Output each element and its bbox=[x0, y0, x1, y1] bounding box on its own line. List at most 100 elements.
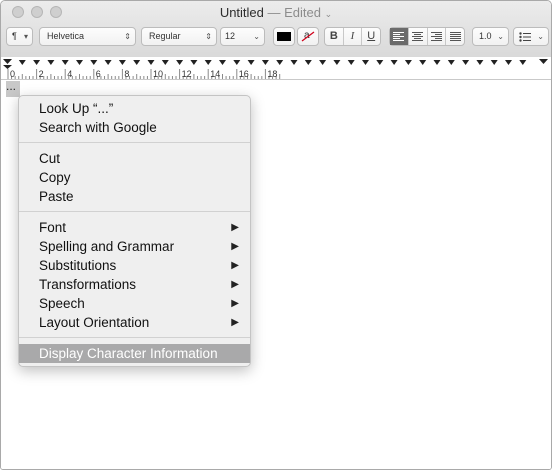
align-left-button[interactable] bbox=[390, 28, 409, 45]
chevron-down-icon: ⌄ bbox=[324, 9, 333, 19]
menu-separator bbox=[19, 211, 250, 212]
tab-stop-marker[interactable] bbox=[390, 60, 398, 65]
tab-stop-marker[interactable] bbox=[319, 60, 327, 65]
tab-stop-marker[interactable] bbox=[333, 60, 341, 65]
align-center-icon bbox=[412, 32, 424, 41]
menu-item-copy[interactable]: Copy bbox=[19, 168, 250, 187]
chevron-down-icon: ⌄ bbox=[253, 32, 260, 41]
bold-button[interactable]: B bbox=[325, 28, 344, 45]
menu-item-layout-orientation[interactable]: Layout Orientation ▶ bbox=[19, 313, 250, 332]
menu-item-cut[interactable]: Cut bbox=[19, 149, 250, 168]
tab-stop-marker[interactable] bbox=[18, 60, 26, 65]
context-menu: Look Up “...” Search with Google Cut Cop… bbox=[18, 95, 251, 367]
italic-button[interactable]: I bbox=[344, 28, 363, 45]
window-title[interactable]: Untitled — Edited ⌄ bbox=[1, 5, 551, 20]
menu-separator bbox=[19, 337, 250, 338]
menu-separator bbox=[19, 142, 250, 143]
menu-item-display-character-information[interactable]: Display Character Information bbox=[19, 344, 250, 363]
align-justify-button[interactable] bbox=[446, 28, 464, 45]
highlight-color-well[interactable]: a bbox=[297, 27, 319, 46]
submenu-arrow-icon: ▶ bbox=[231, 241, 239, 252]
menu-item-transformations[interactable]: Transformations ▶ bbox=[19, 275, 250, 294]
ruler-label: 4 bbox=[67, 69, 72, 79]
line-spacing-popup[interactable]: 1.0 ⌄ bbox=[472, 27, 509, 46]
tab-stop-marker[interactable] bbox=[419, 60, 427, 65]
tab-stop-marker[interactable] bbox=[490, 60, 498, 65]
tab-stop-marker[interactable] bbox=[204, 60, 212, 65]
text-style-buttons: B I U bbox=[324, 27, 381, 46]
right-indent-marker[interactable] bbox=[539, 59, 548, 64]
up-down-arrows-icon: ⇕ bbox=[205, 32, 212, 41]
paragraph-icon: ¶ bbox=[12, 31, 17, 41]
tab-stop-marker[interactable] bbox=[290, 60, 298, 65]
tab-stop-marker[interactable] bbox=[33, 60, 41, 65]
tab-stop-marker[interactable] bbox=[61, 60, 69, 65]
tab-stop-marker[interactable] bbox=[462, 60, 470, 65]
tab-stop-marker[interactable] bbox=[233, 60, 241, 65]
tab-stop-marker[interactable] bbox=[247, 60, 255, 65]
tab-stop-marker[interactable] bbox=[118, 60, 126, 65]
selected-text[interactable]: ... bbox=[6, 80, 20, 97]
menu-item-paste[interactable]: Paste bbox=[19, 187, 250, 206]
submenu-arrow-icon: ▶ bbox=[231, 222, 239, 233]
font-family-popup[interactable]: Helvetica ⇕ bbox=[39, 27, 136, 46]
align-left-icon bbox=[393, 32, 405, 41]
align-right-button[interactable] bbox=[428, 28, 447, 45]
tab-stop-marker[interactable] bbox=[190, 60, 198, 65]
chevron-down-icon: ⌄ bbox=[497, 32, 504, 41]
tab-stop-marker[interactable] bbox=[276, 60, 284, 65]
ruler-label: 0 bbox=[10, 69, 15, 79]
menu-item-look-up[interactable]: Look Up “...” bbox=[19, 99, 250, 118]
tab-stop-marker[interactable] bbox=[476, 60, 484, 65]
menu-item-label: Speech bbox=[39, 296, 85, 311]
tab-stop-marker[interactable] bbox=[404, 60, 412, 65]
tab-stop-marker[interactable] bbox=[261, 60, 269, 65]
tab-stop-marker[interactable] bbox=[433, 60, 441, 65]
menu-item-speech[interactable]: Speech ▶ bbox=[19, 294, 250, 313]
tab-stop-marker[interactable] bbox=[362, 60, 369, 65]
first-line-indent-marker[interactable] bbox=[3, 59, 12, 64]
align-right-icon bbox=[430, 32, 442, 41]
text-color-well[interactable] bbox=[273, 27, 295, 46]
font-style-popup[interactable]: Regular ⇕ bbox=[141, 27, 217, 46]
menu-item-font[interactable]: Font ▶ bbox=[19, 218, 250, 237]
tab-stop-marker[interactable] bbox=[176, 60, 184, 65]
tab-stop-marker[interactable] bbox=[376, 60, 384, 65]
tab-stop-marker[interactable] bbox=[90, 60, 98, 65]
tab-stop-marker[interactable] bbox=[147, 60, 155, 65]
tab-stop-marker[interactable] bbox=[104, 60, 112, 65]
font-size-value: 12 bbox=[225, 31, 236, 41]
chevron-down-icon: ▾ bbox=[23, 32, 28, 41]
align-center-button[interactable] bbox=[409, 28, 428, 45]
chevron-down-icon: ⌄ bbox=[537, 32, 544, 41]
tab-stop-marker[interactable] bbox=[347, 60, 355, 65]
paragraph-style-popup[interactable]: ¶ ▾ bbox=[6, 27, 33, 46]
tab-stop-marker[interactable] bbox=[505, 60, 512, 65]
tab-stop-marker[interactable] bbox=[133, 60, 141, 65]
alignment-buttons bbox=[389, 27, 465, 46]
ruler[interactable]: 0 2 4 6 8 10 12 14 16 18 bbox=[1, 57, 551, 80]
tab-stop-marker[interactable] bbox=[47, 60, 55, 65]
tab-stop-marker[interactable] bbox=[219, 60, 226, 65]
menu-item-label: Layout Orientation bbox=[39, 315, 150, 330]
tab-stop-marker[interactable] bbox=[76, 60, 83, 65]
tab-stop-marker[interactable] bbox=[447, 60, 455, 65]
ruler-tab-stops[interactable] bbox=[18, 60, 527, 65]
text-color-swatch bbox=[277, 32, 291, 41]
tab-stop-marker[interactable] bbox=[161, 60, 169, 65]
textedit-window: Untitled — Edited ⌄ ¶ ▾ Helvetica ⇕ Regu… bbox=[0, 0, 552, 470]
menu-item-label: Font bbox=[39, 220, 67, 235]
font-size-combo[interactable]: 12 ⌄ bbox=[220, 27, 265, 46]
underline-button[interactable]: U bbox=[362, 28, 380, 45]
title-bar: Untitled — Edited ⌄ ¶ ▾ Helvetica ⇕ Regu… bbox=[1, 1, 551, 58]
submenu-arrow-icon: ▶ bbox=[231, 317, 239, 328]
menu-item-label: Transformations bbox=[39, 277, 137, 292]
menu-item-search-with-google[interactable]: Search with Google bbox=[19, 118, 250, 137]
menu-item-substitutions[interactable]: Substitutions ▶ bbox=[19, 256, 250, 275]
font-style-value: Regular bbox=[149, 31, 181, 41]
menu-item-spelling-and-grammar[interactable]: Spelling and Grammar ▶ bbox=[19, 237, 250, 256]
tab-stop-marker[interactable] bbox=[519, 60, 527, 65]
tab-stop-marker[interactable] bbox=[304, 60, 312, 65]
ruler-label: 14 bbox=[210, 69, 220, 79]
list-style-popup[interactable]: ⌄ bbox=[513, 27, 549, 46]
